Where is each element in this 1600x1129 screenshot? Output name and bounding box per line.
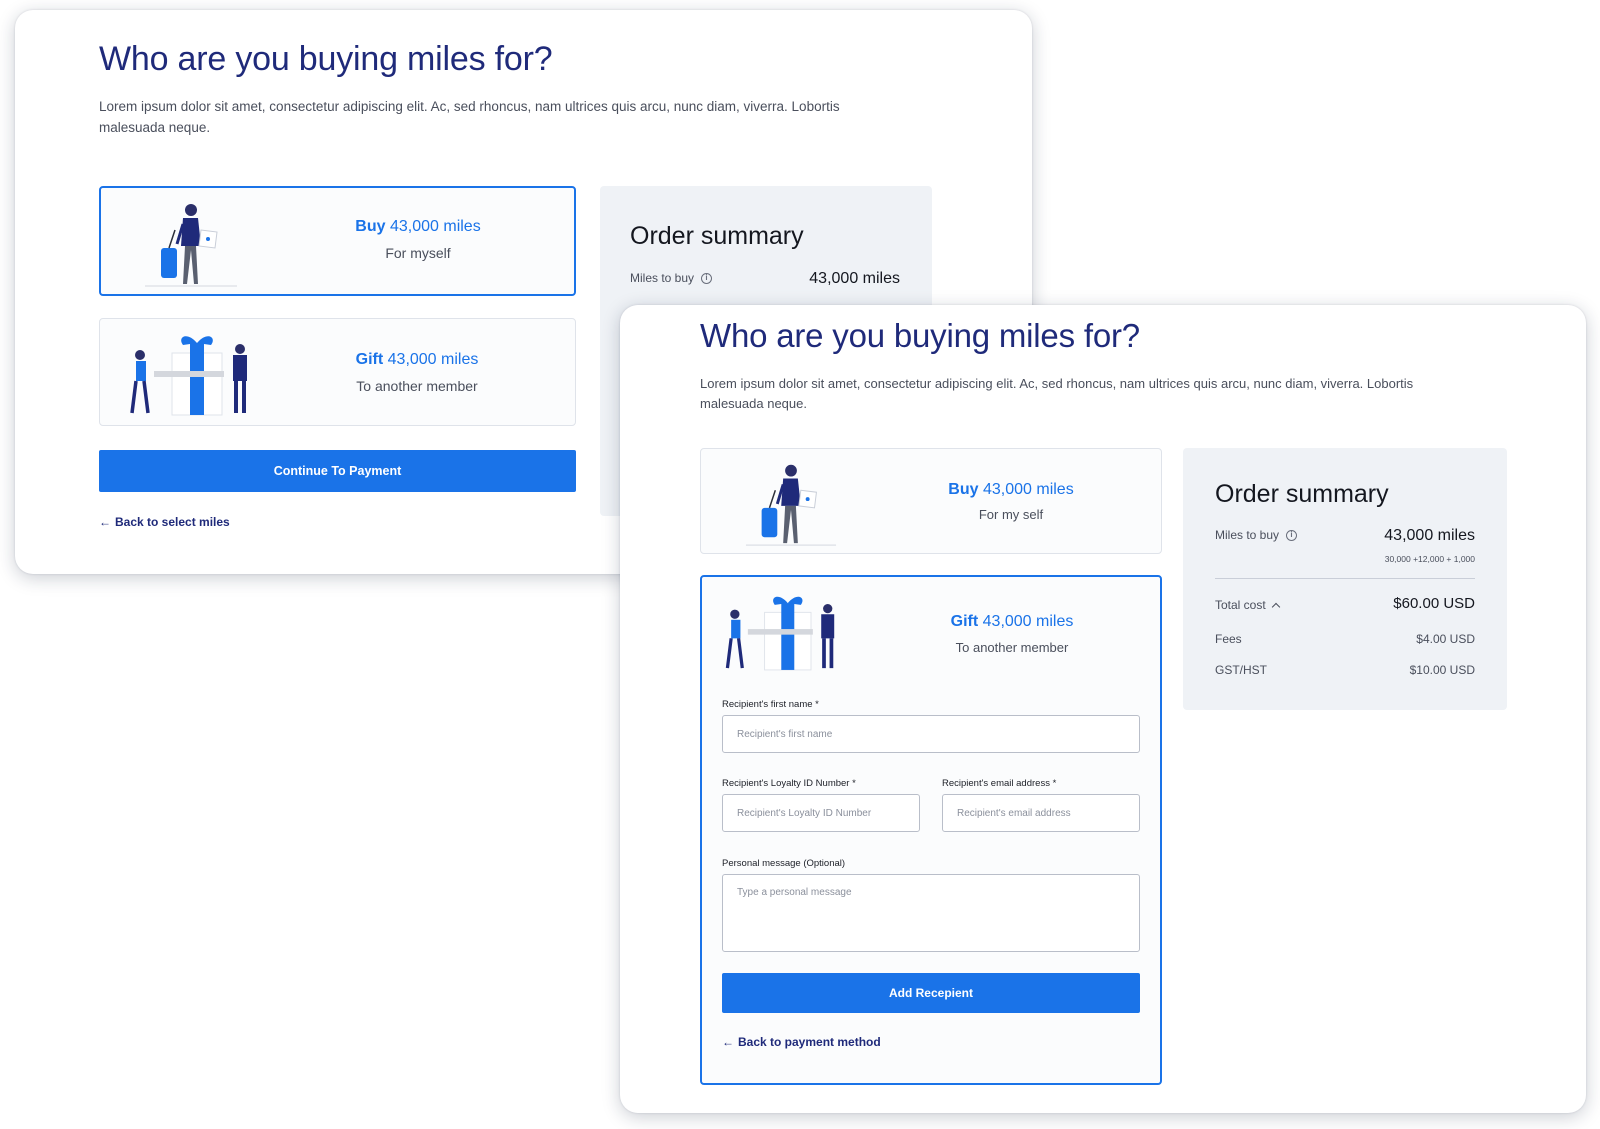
back-to-payment-method-link[interactable]: ← Back to payment method — [722, 1035, 881, 1049]
first-name-label: Recipient's first name * — [722, 699, 819, 710]
info-icon[interactable]: i — [1286, 529, 1298, 541]
gift-recipient-screen: Who are you buying miles for? Lorem ipsu… — [620, 305, 1586, 1113]
gift-option-title: Gift 43,000 miles — [950, 613, 1074, 630]
miles-to-buy-value: 43,000 miles — [809, 270, 900, 287]
info-icon[interactable]: i — [701, 272, 713, 284]
traveler-with-suitcase-illustration — [745, 464, 837, 546]
buy-option-subtitle: For my self — [978, 507, 1044, 522]
email-input[interactable] — [942, 794, 1140, 832]
buy-for-self-option[interactable]: Buy 43,000 miles For my self — [700, 448, 1162, 554]
gift-option-subtitle: To another member — [356, 378, 478, 394]
miles-breakdown: 30,000 +12,000 + 1,000 — [1384, 554, 1475, 564]
intro-text: Lorem ipsum dolor sit amet, consectetur … — [700, 376, 1414, 411]
traveler-with-suitcase-illustration — [145, 204, 237, 287]
page-title: Who are you buying miles for? — [99, 40, 553, 78]
gift-to-member-option[interactable]: Gift 43,000 miles To another member — [99, 318, 576, 426]
gift-to-member-option[interactable]: Gift 43,000 miles To another member Reci… — [700, 575, 1162, 1085]
order-summary-title: Order summary — [1215, 480, 1389, 508]
personal-message-textarea[interactable] — [722, 874, 1140, 952]
arrow-left-icon: ← — [722, 1035, 734, 1049]
buy-option-title: Buy 43,000 miles — [948, 481, 1074, 498]
total-cost-value: $60.00 USD — [1393, 595, 1475, 612]
gst-hst-label: GST/HST — [1215, 663, 1268, 677]
gift-box-illustration — [130, 336, 247, 416]
loyalty-id-input[interactable] — [722, 794, 920, 832]
arrow-left-icon: ← — [99, 515, 111, 529]
buy-option-text: Buy 43,000 miles For my self — [891, 481, 1131, 522]
gst-hst-value: $10.00 USD — [1409, 663, 1475, 677]
gift-option-text: Gift 43,000 miles To another member — [300, 351, 534, 394]
gift-option-title: Gift 43,000 miles — [355, 351, 479, 368]
email-label: Recipient's email address * — [942, 778, 1057, 789]
order-summary-title: Order summary — [630, 222, 804, 250]
buy-option-text: Buy 43,000 miles For myself — [301, 218, 535, 261]
miles-to-buy-label: Miles to buy i — [1215, 528, 1298, 542]
first-name-input[interactable] — [722, 715, 1140, 753]
gift-option-text: Gift 43,000 miles To another member — [892, 613, 1132, 655]
add-recipient-button[interactable]: Add Recepient — [722, 973, 1140, 1013]
fees-label: Fees — [1215, 632, 1242, 646]
fees-value: $4.00 USD — [1416, 632, 1475, 646]
summary-divider — [1215, 578, 1475, 579]
buy-option-subtitle: For myself — [385, 245, 451, 261]
page-title: Who are you buying miles for? — [700, 317, 1140, 354]
miles-to-buy-value: 43,000 miles — [1384, 527, 1475, 544]
intro-text: Lorem ipsum dolor sit amet, consectetur … — [99, 99, 840, 135]
total-cost-toggle[interactable]: Total cost — [1215, 598, 1280, 612]
buy-for-self-option[interactable]: Buy 43,000 miles For myself — [99, 186, 576, 296]
personal-message-label: Personal message (Optional) — [722, 858, 846, 869]
continue-to-payment-button[interactable]: Continue To Payment — [99, 450, 576, 492]
buy-option-title: Buy 43,000 miles — [355, 218, 481, 235]
chevron-up-icon — [1271, 602, 1280, 611]
back-to-select-miles-link[interactable]: ← Back to select miles — [99, 515, 230, 529]
loyalty-id-label: Recipient's Loyalty ID Number * — [722, 778, 856, 789]
gift-option-subtitle: To another member — [955, 640, 1069, 655]
order-summary-panel: Order summary Miles to buy i 43,000 miles… — [1183, 448, 1507, 710]
miles-to-buy-label: Miles to buy i — [630, 271, 713, 285]
gift-box-illustration — [725, 596, 835, 671]
